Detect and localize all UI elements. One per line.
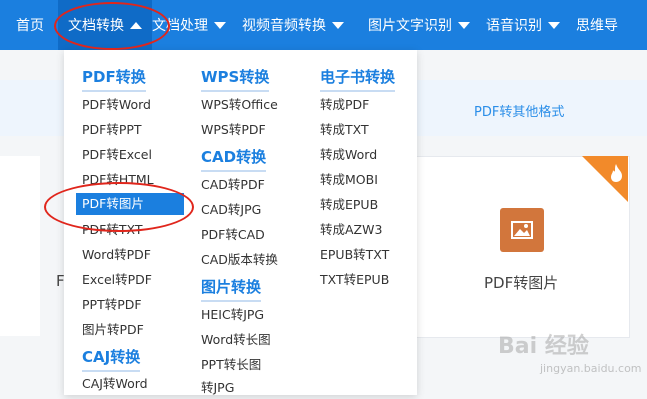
menu-item-wps-to-office[interactable]: WPS转Office — [201, 94, 278, 116]
nav-ocr-label: 图片文字识别 — [368, 18, 452, 34]
nav-home-label: 首页 — [16, 18, 44, 34]
menu-item-cad-version[interactable]: CAD版本转换 — [201, 249, 278, 271]
menu-item-to-word[interactable]: 转成Word — [320, 144, 377, 166]
menu-item-pdf-to-excel[interactable]: PDF转Excel — [82, 144, 152, 166]
hot-badge-icon — [582, 156, 628, 202]
chevron-down-icon — [214, 21, 226, 29]
feature-card-title: PDF转图片 — [484, 274, 559, 292]
nav-speech[interactable]: 语音识别 — [486, 0, 576, 50]
menu-item-image-to-pdf[interactable]: 图片转PDF — [82, 319, 144, 341]
nav-mindmap[interactable]: 思维导 — [576, 0, 618, 50]
menu-item-word-to-long-image[interactable]: Word转长图 — [201, 329, 271, 351]
section-wps-convert-header: WPS转换 — [201, 66, 270, 92]
chevron-down-icon — [332, 21, 344, 29]
section-image-convert-header: 图片转换 — [201, 276, 262, 302]
menu-item-to-txt[interactable]: 转成TXT — [320, 119, 369, 141]
nav-mindmap-label: 思维导 — [576, 18, 618, 34]
section-ebook-convert-header: 电子书转换 — [320, 66, 396, 92]
annotation-circle-nav — [54, 2, 170, 50]
feature-card-partial[interactable] — [0, 156, 40, 336]
menu-item-pdf-to-word[interactable]: PDF转Word — [82, 94, 151, 116]
menu-item-ppt-to-pdf[interactable]: PPT转PDF — [82, 294, 142, 316]
menu-item-to-epub[interactable]: 转成EPUB — [320, 194, 378, 216]
section-cad-convert-header: CAD转换 — [201, 146, 267, 172]
chevron-down-icon — [548, 21, 560, 29]
nav-ocr[interactable]: 图片文字识别 — [360, 0, 486, 50]
menu-item-word-to-pdf[interactable]: Word转PDF — [82, 244, 151, 266]
menu-item-cad-to-pdf[interactable]: CAD转PDF — [201, 174, 265, 196]
menu-item-to-azw3[interactable]: 转成AZW3 — [320, 219, 382, 241]
watermark-url: jingyan.baidu.com — [540, 362, 642, 375]
watermark-logo: Bai 经验 — [498, 334, 589, 359]
section-pdf-convert-header: PDF转换 — [82, 66, 146, 92]
menu-item-excel-to-pdf[interactable]: Excel转PDF — [82, 269, 152, 291]
nav-av-convert-label: 视频音频转换 — [242, 18, 326, 34]
menu-item-heic-to-jpg[interactable]: HEIC转JPG — [201, 304, 264, 326]
menu-item-to-pdf[interactable]: 转成PDF — [320, 94, 369, 116]
menu-item-to-jpg[interactable]: 转JPG — [201, 377, 234, 399]
menu-item-txt-to-epub[interactable]: TXT转EPUB — [320, 269, 389, 291]
annotation-circle-menu-item — [44, 182, 194, 232]
menu-item-ppt-to-long-image[interactable]: PPT转长图 — [201, 354, 261, 376]
menu-item-pdf-to-ppt[interactable]: PDF转PPT — [82, 119, 142, 141]
menu-item-caj-to-word[interactable]: CAJ转Word — [82, 373, 148, 395]
menu-item-pdf-to-cad[interactable]: PDF转CAD — [201, 224, 265, 246]
pdf-to-other-link[interactable]: PDF转其他格式 — [474, 101, 564, 120]
menu-item-to-mobi[interactable]: 转成MOBI — [320, 169, 378, 191]
nav-av-convert[interactable]: 视频音频转换 — [242, 0, 360, 50]
chevron-down-icon — [458, 21, 470, 29]
nav-speech-label: 语音识别 — [486, 18, 542, 34]
nav-home[interactable]: 首页 — [0, 0, 58, 50]
menu-item-cad-to-jpg[interactable]: CAD转JPG — [201, 199, 261, 221]
menu-item-wps-to-pdf[interactable]: WPS转PDF — [201, 119, 266, 141]
menu-item-epub-to-txt[interactable]: EPUB转TXT — [320, 244, 389, 266]
image-icon — [500, 208, 544, 252]
section-caj-convert-header: CAJ转换 — [82, 346, 141, 372]
